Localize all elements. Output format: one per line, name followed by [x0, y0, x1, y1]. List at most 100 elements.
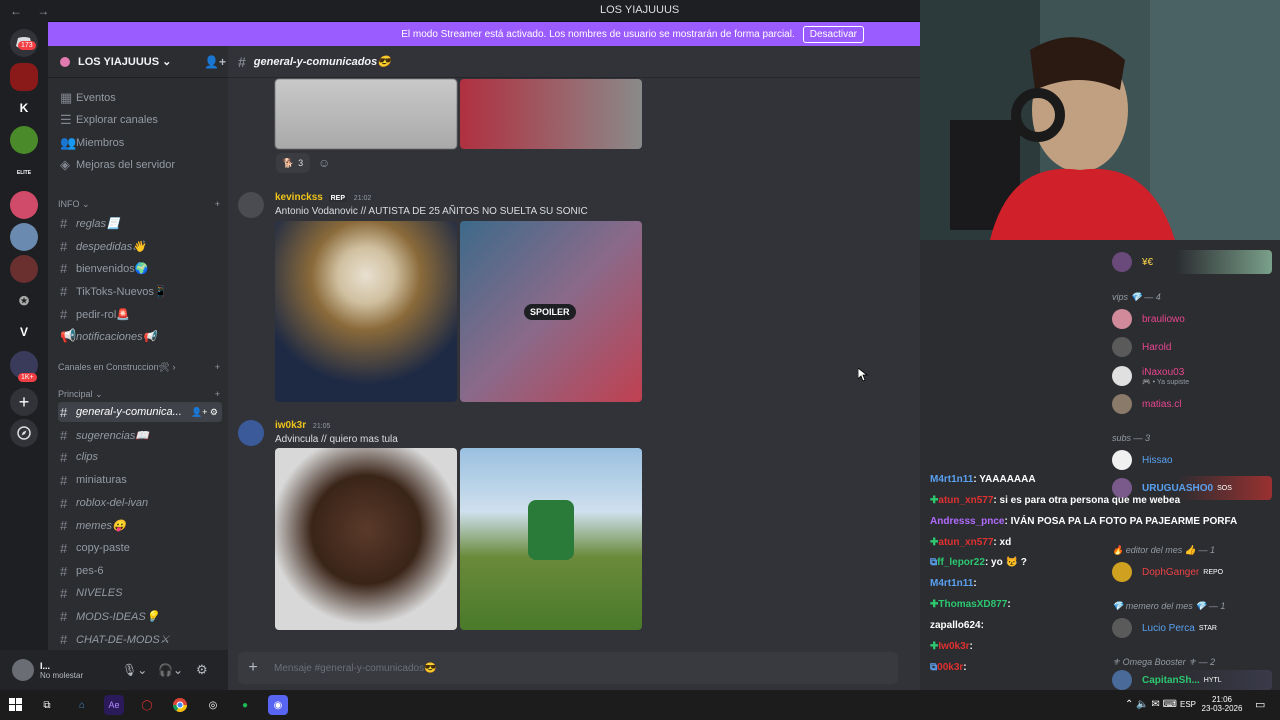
user-panel: I... No molestar 🎙⌄ 🎧⌄ ⚙ — [0, 650, 228, 690]
member-row[interactable]: Harold — [1112, 335, 1171, 359]
channel-bienvenidos[interactable]: # bienvenidos🌍 — [58, 258, 222, 278]
person-jersey — [528, 500, 574, 560]
member-name: Harold — [1142, 341, 1172, 353]
server-icon-active[interactable] — [10, 63, 38, 91]
server-icon-girl[interactable] — [10, 255, 38, 283]
add-channel-icon[interactable]: + — [215, 389, 220, 400]
spoiler-label[interactable]: SPOILER — [524, 304, 576, 320]
channel-notificaciones[interactable]: 📢 notificaciones📢 — [58, 326, 222, 346]
member-name: Lucio Perca — [1142, 622, 1195, 634]
channel-label: NIVELES — [76, 587, 123, 599]
settings-icon[interactable]: 👤+ ⚙ — [191, 407, 218, 418]
task-view-icon[interactable]: ⧉ — [37, 695, 57, 715]
sidebar-item-explorar[interactable]: ☰ Explorar canales — [58, 110, 222, 130]
server-icon-v[interactable]: V — [10, 318, 38, 346]
category-info[interactable]: INFO ⌄ + — [58, 199, 220, 210]
discord-taskbar-icon[interactable]: ◉ — [268, 695, 288, 715]
server-header[interactable]: LOS YIAJUUUS ⌄ 👤+ — [48, 46, 228, 78]
add-reaction-icon[interactable]: ☺ — [318, 156, 330, 170]
server-icon-pink[interactable] — [10, 191, 38, 219]
channel-roblox[interactable]: # roblox-del-ivan — [58, 493, 222, 513]
message-author[interactable]: kevinckss REP 21:02 — [275, 192, 371, 203]
channel-reglas[interactable]: # reglas📃 — [58, 213, 222, 233]
channel-memes[interactable]: # memes😛 — [58, 515, 222, 535]
obs-icon[interactable]: ◎ — [203, 695, 223, 715]
microphone-icon[interactable]: 🎙⌄ — [122, 663, 147, 677]
chrome-icon[interactable] — [170, 695, 190, 715]
sidebar-item-label: Eventos — [76, 92, 116, 104]
channel-label: MODS-IDEAS💡 — [76, 610, 160, 623]
add-channel-icon[interactable]: + — [215, 199, 220, 210]
after-effects-icon[interactable]: Ae — [104, 695, 124, 715]
channel-label: copy-paste — [76, 542, 130, 554]
channel-niveles[interactable]: # NIVELES — [58, 583, 222, 603]
server-icon-elite[interactable]: ELITE — [10, 159, 38, 187]
spoiler-image[interactable]: SPOILER — [460, 221, 642, 402]
category-principal[interactable]: Principal ⌄ + — [58, 389, 220, 400]
channel-sugerencias[interactable]: # sugerencias📖 — [58, 425, 222, 445]
sidebar-item-eventos[interactable]: ▦ Eventos — [58, 88, 222, 108]
avatar[interactable] — [12, 659, 34, 681]
server-icon-logo[interactable]: ✪ — [10, 287, 38, 315]
server-icon-game[interactable] — [10, 126, 38, 154]
channel-pes6[interactable]: # pes-6 — [58, 561, 222, 581]
channel-general-active[interactable]: # general-y-comunica... 👤+ ⚙ — [58, 402, 222, 422]
category-label: Canales en Construccion🛠 › — [58, 362, 176, 372]
channel-label: TikToks-Nuevos📱 — [76, 285, 168, 298]
message-time: 21:05 — [312, 423, 331, 430]
reaction-count: 3 — [298, 158, 304, 168]
channel-pedir-rol[interactable]: # pedir-rol🚨 — [58, 304, 222, 324]
channel-chat-de-mods[interactable]: # CHAT-DE-MODS⚔ — [58, 629, 222, 649]
sidebar-item-miembros[interactable]: 👥 Miembros — [58, 133, 222, 153]
member-row[interactable]: Lucio Perca STAR — [1112, 616, 1217, 640]
attachment-image-blurred[interactable] — [275, 79, 457, 149]
nav-arrows[interactable]: ← → — [10, 4, 55, 18]
server-icon-k[interactable]: K — [10, 94, 38, 122]
channel-clips[interactable]: # clips — [58, 447, 222, 467]
attachment-image-blurred[interactable] — [460, 79, 642, 149]
channel-despedidas[interactable]: # despedidas👋 — [58, 236, 222, 256]
file-explorer-icon[interactable]: ⌂ — [72, 695, 92, 715]
member-row[interactable]: CapitanSh... HYTL — [1112, 670, 1272, 690]
invite-icon[interactable]: 👤+ — [204, 55, 226, 69]
gear-icon[interactable]: ⚙ — [196, 662, 208, 678]
server-boost-icon — [60, 56, 70, 67]
spotify-icon[interactable]: ● — [235, 695, 255, 715]
message-composer[interactable]: + Mensaje #general-y-comunicados😎 — [238, 652, 898, 684]
add-channel-icon[interactable]: + — [215, 362, 220, 373]
attach-plus-icon[interactable]: + — [238, 659, 268, 677]
member-row[interactable]: Hissao — [1112, 448, 1173, 472]
message-author[interactable]: iw0k3r 21:05 — [275, 420, 330, 431]
channel-mods-ideas[interactable]: # MODS-IDEAS💡 — [58, 606, 222, 626]
message-input[interactable]: Mensaje #general-y-comunicados😎 — [274, 663, 437, 674]
deactivate-button[interactable]: Desactivar — [802, 25, 864, 43]
headphones-icon[interactable]: 🎧⌄ — [158, 663, 183, 677]
attachment-image[interactable] — [275, 221, 457, 402]
channel-copy-paste[interactable]: # copy-paste — [58, 538, 222, 558]
avatar[interactable] — [238, 420, 264, 446]
member-row[interactable]: iNaxou03 🎮 • Ya supiste — [1112, 364, 1189, 388]
add-server-icon[interactable]: + — [10, 388, 38, 416]
attachment-image[interactable] — [460, 448, 642, 630]
tray-icons[interactable]: ⌃ 🔈 ✉ ⌨ — [1125, 699, 1177, 710]
channel-tiktoks[interactable]: # TikToks-Nuevos📱 — [58, 281, 222, 301]
reaction-chip[interactable]: 🐕 3 — [276, 153, 310, 173]
member-name: CapitanSh... — [1142, 674, 1200, 686]
clock[interactable]: 21:06 23-03-2026 — [1200, 695, 1244, 713]
sidebar-item-mejoras[interactable]: ◈ Mejoras del servidor — [58, 155, 222, 175]
notification-icon[interactable]: ▭ — [1255, 698, 1265, 711]
opera-icon[interactable]: ◯ — [137, 695, 157, 715]
server-icon-blue[interactable] — [10, 223, 38, 251]
member-row[interactable]: ¥€ — [1112, 250, 1272, 274]
windows-start-icon[interactable] — [6, 695, 26, 715]
member-tag: REPO — [1203, 568, 1224, 576]
member-row[interactable]: matias.cl — [1112, 392, 1181, 416]
category-construccion[interactable]: Canales en Construccion🛠 › + — [58, 362, 220, 373]
member-row[interactable]: DophGanger REPO — [1112, 560, 1223, 584]
attachment-image[interactable] — [275, 448, 457, 630]
channel-miniaturas[interactable]: # miniaturas — [58, 470, 222, 490]
avatar[interactable] — [238, 192, 264, 218]
compass-icon[interactable] — [10, 419, 38, 447]
member-row[interactable]: brauliowo — [1112, 307, 1185, 331]
language-indicator[interactable]: ESP — [1180, 700, 1196, 709]
